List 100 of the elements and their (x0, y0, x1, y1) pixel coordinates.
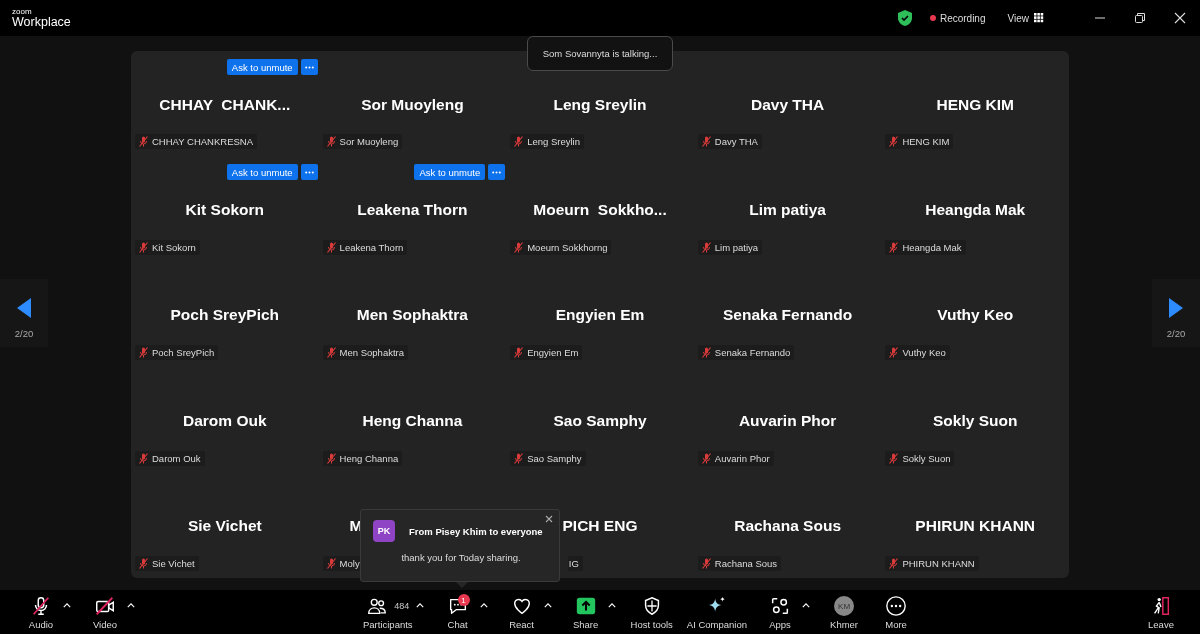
participant-name: Leng Sreylin (553, 95, 647, 114)
profile-button[interactable]: KM Khmer (825, 594, 864, 630)
participant-label: Sie Vichet (135, 556, 199, 571)
participant-name: Vuthy Keo (937, 306, 1014, 325)
avatar-icon: KM (834, 596, 855, 616)
close-button[interactable] (544, 514, 554, 524)
participant-label: Rachana Sous (697, 556, 782, 571)
participant-name: Sie Vichet (187, 517, 262, 536)
ask-to-unmute-button[interactable]: Ask to unmute (414, 164, 486, 181)
speaker-toast: Som Sovannyta is talking... (527, 36, 673, 71)
participant-name: Heangda Mak (925, 201, 1026, 220)
toolbar-button[interactable]: Share (566, 594, 605, 630)
more-options-button[interactable] (488, 164, 506, 181)
ask-to-unmute-button[interactable]: Ask to unmute (226, 164, 298, 181)
ask-to-unmute-button[interactable]: Ask to unmute (226, 59, 298, 75)
caret-icon (543, 602, 552, 608)
participant-name: Kit Sokorn (185, 201, 264, 220)
participant-label: Senaka Fernando (697, 345, 795, 361)
caret-icon (479, 602, 488, 608)
participant-label: Leakena Thorn (322, 239, 408, 255)
menu-caret-button[interactable] (542, 600, 553, 610)
participant-name: PHIRUN KHANN (915, 517, 1036, 536)
toolbar-button[interactable]: Apps (761, 594, 800, 630)
caret-icon (607, 602, 616, 608)
toolbar-button[interactable]: More (877, 594, 916, 630)
more-options-button[interactable] (300, 164, 318, 181)
participant-label: Davy THA (697, 134, 762, 150)
caret-icon (63, 602, 71, 608)
participant-name: Poch SreyPich (170, 306, 280, 325)
participant-label: Sokly Suon (885, 450, 955, 466)
toolbar-button[interactable]: Audio (22, 594, 60, 630)
participant-name: Sao Samphy (553, 411, 647, 430)
toolbar-button[interactable]: Leave (1142, 594, 1180, 630)
participant-name: Engyien Em (555, 306, 645, 325)
more-icon (492, 170, 502, 174)
participant-label: Moeurn Sokkhorng (510, 239, 612, 255)
participant-label: Auvarin Phor (697, 450, 774, 466)
caret-icon (802, 602, 811, 608)
participant-name: CHHAY CHANK... (159, 95, 291, 114)
participant-name: Auvarin Phor (738, 411, 837, 430)
previous-page-button[interactable]: 2/20 (0, 279, 48, 347)
menu-caret-button[interactable] (414, 600, 425, 610)
participant-label: Engyien Em (510, 345, 583, 361)
chat-message: thank you for Today sharing. (400, 552, 522, 563)
view-button[interactable]: View (1007, 12, 1044, 24)
participant-label: Darom Ouk (135, 450, 205, 466)
recording-status: Recording (939, 12, 986, 24)
chat-sender: From Pisey Khim to everyone (409, 525, 543, 537)
next-page-button[interactable]: 2/20 (1152, 279, 1200, 347)
participant-name: Rachana Sous (734, 517, 841, 536)
menu-caret-button[interactable] (478, 600, 489, 610)
left-arrow-icon (17, 297, 31, 318)
participant-name: HENG KIM (936, 95, 1014, 114)
participant-name: Darom Ouk (183, 411, 267, 430)
participant-label: HENG KIM (885, 134, 954, 150)
participant-name: Heng Channa (362, 411, 463, 430)
participant-name: Davy THA (751, 95, 825, 114)
toolbar-button[interactable]: AI Companion (686, 594, 748, 630)
menu-caret-button[interactable] (62, 600, 72, 610)
app-logo: zoom Workplace (12, 7, 71, 29)
participant-label: Vuthy Keo (885, 345, 950, 361)
more-options-button[interactable] (300, 59, 318, 75)
participant-label: Heangda Mak (885, 239, 966, 255)
participant-label: PHIRUN KHANN (885, 556, 979, 571)
participant-label: Poch SreyPich (135, 345, 219, 361)
participant-name: Moeurn Sokkho... (533, 201, 667, 220)
participant-label: Kit Sokorn (135, 239, 200, 255)
share-icon (574, 595, 597, 617)
participant-label: IG (567, 556, 583, 571)
toolbar-button[interactable]: 484 Participants (362, 594, 413, 630)
participant-name: Sor Muoyleng (361, 95, 464, 114)
sender-avatar: PK (373, 520, 395, 542)
participant-name: PICH ENG (562, 517, 638, 536)
participant-name: Leakena Thorn (357, 201, 468, 220)
restore-icon (1134, 12, 1146, 24)
menu-caret-button[interactable] (606, 600, 617, 610)
toolbar-button[interactable]: 1 Chat (438, 594, 477, 630)
grid-icon (1034, 13, 1044, 23)
menu-caret-button[interactable] (126, 600, 136, 610)
participant-name: Men Sophaktra (356, 306, 468, 325)
participant-label: Heng Channa (322, 450, 403, 466)
close-icon (1174, 12, 1186, 24)
caret-icon (127, 602, 135, 608)
participant-label: CHHAY CHANKRESNA (135, 134, 257, 150)
participant-label: Sor Muoyleng (322, 134, 403, 150)
participant-label: Sao Samphy (510, 450, 586, 466)
more-icon (885, 595, 908, 617)
participant-label: Lim patiya (697, 239, 763, 255)
notification-badge: 1 (457, 594, 470, 606)
menu-caret-button[interactable] (801, 600, 812, 610)
toolbar-button[interactable]: Video (86, 594, 124, 630)
participant-label: Men Sophaktra (322, 345, 409, 361)
toolbar-button[interactable]: Host tools (630, 594, 673, 630)
caret-icon (415, 602, 424, 608)
close-icon (545, 515, 553, 523)
participant-name: Lim patiya (749, 201, 826, 220)
more-icon (304, 65, 314, 69)
participant-name: Sokly Suon (933, 411, 1018, 430)
toolbar-button[interactable]: React (502, 594, 541, 630)
more-icon (304, 170, 314, 174)
